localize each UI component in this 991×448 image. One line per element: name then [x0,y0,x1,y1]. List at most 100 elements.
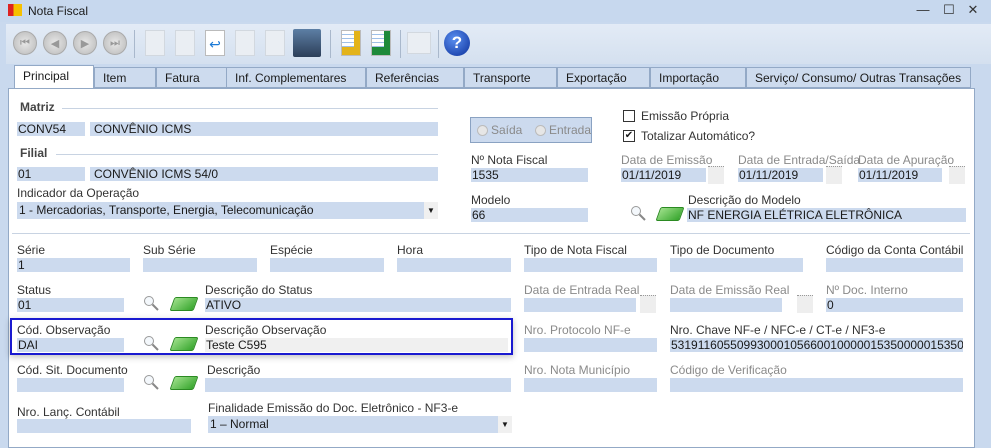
finalidade-select[interactable]: 1 – Normal ▼ [208,416,512,433]
eraser-icon[interactable] [169,337,199,351]
title-bar: Nota Fiscal — ☐ ✕ [0,0,991,22]
data-apuracao-input[interactable]: 01/11/2019 [858,168,942,182]
modelo-label: Modelo [471,193,511,207]
search-icon[interactable] [143,335,159,351]
filial-label: Filial [20,146,48,160]
data-entrada-input[interactable]: 01/11/2019 [738,168,823,182]
lock-icon [407,32,431,54]
serie-input[interactable]: 1 [17,258,130,272]
report-button[interactable] [336,28,366,58]
save-button[interactable] [292,28,322,58]
status-input[interactable]: 01 [17,298,124,312]
tab-principal[interactable]: Principal [14,65,94,88]
save-icon [293,29,321,57]
matriz-name-input[interactable]: CONVÊNIO ICMS [90,122,438,136]
totalizar-checkbox[interactable]: ✔ [623,130,635,142]
undo-button[interactable]: ↩ [200,28,230,58]
hora-input[interactable] [397,258,511,272]
observacao-input[interactable]: DAI [17,338,124,352]
sit-desc-label: Descrição [207,363,261,377]
indicador-select[interactable]: 1 - Mercadorias, Transporte, Energia, Te… [17,202,438,219]
sit-documento-input[interactable] [17,378,124,392]
saida-radio[interactable] [477,125,488,136]
first-record-button[interactable]: ⏮ [10,28,40,58]
observacao-desc-input[interactable]: Teste C595 [205,338,508,352]
observacao-label: Cód. Observação [17,323,111,337]
emissao-propria-checkbox[interactable] [623,110,635,122]
filial-name-input[interactable]: CONVÊNIO ICMS 54/0 [90,167,438,181]
next-record-button[interactable]: ▶ [70,28,100,58]
indicador-value: 1 - Mercadorias, Transporte, Energia, Te… [19,203,314,217]
minimize-button[interactable]: — [912,2,934,18]
data-entrada-real-input[interactable] [524,298,636,312]
previous-record-button[interactable]: ◀ [40,28,70,58]
tab-item[interactable]: Item [94,67,156,88]
toolbar-separator [330,30,331,58]
tab-referencias[interactable]: Referências [366,67,464,88]
edit-button[interactable] [170,28,200,58]
maximize-button[interactable]: ☐ [938,2,960,18]
help-button[interactable]: ? [442,28,472,58]
last-icon: ⏭ [103,31,127,55]
modelo-input[interactable]: 66 [471,208,588,222]
protocolo-input[interactable] [524,338,657,352]
redo-button[interactable] [260,28,290,58]
toolbar-separator [438,30,439,58]
status-desc-input[interactable]: ATIVO [205,298,511,312]
data-emissao-input[interactable]: 01/11/2019 [621,168,706,182]
especie-input[interactable] [270,258,384,272]
divider [56,154,438,155]
delete-button[interactable] [230,28,260,58]
data-entrada-real-label: Data de Entrada Real [524,283,640,297]
calendar-icon[interactable] [826,166,842,184]
first-icon: ⏮ [13,31,37,55]
dropdown-arrow-icon[interactable]: ▼ [424,202,438,219]
doc-interno-input[interactable]: 0 [826,298,963,312]
divider [12,233,970,234]
tab-transporte[interactable]: Transporte [464,67,557,88]
modelo-desc-input[interactable]: NF ENERGIA ELÉTRICA ELETRÔNICA [687,208,966,222]
new-button[interactable] [140,28,170,58]
lanc-contabil-input[interactable] [17,419,191,433]
search-icon[interactable] [143,374,159,390]
nota-input[interactable]: 1535 [471,168,588,182]
data-emissao-label: Data de Emissão [621,153,713,167]
matriz-code-input[interactable]: CONV54 [17,122,85,136]
calendar-icon[interactable] [797,295,813,313]
calendar-icon[interactable] [640,295,656,313]
data-emissao-real-label: Data de Emissão Real [670,283,790,297]
tab-exportacao[interactable]: Exportação [557,67,650,88]
calendar-icon[interactable] [949,166,965,184]
totals-button[interactable] [366,28,396,58]
tab-importacao[interactable]: Importação [650,67,746,88]
search-icon[interactable] [143,295,159,311]
search-icon[interactable] [630,205,646,221]
close-button[interactable]: ✕ [962,2,984,18]
tipo-nota-input[interactable] [524,258,657,272]
sub-serie-input[interactable] [143,258,257,272]
tipo-documento-input[interactable] [670,258,803,272]
dropdown-arrow-icon[interactable]: ▼ [498,416,512,433]
nota-label: Nº Nota Fiscal [471,153,548,167]
nota-municipio-input[interactable] [524,378,657,392]
codigo-verificacao-input[interactable] [670,378,963,392]
status-desc-label: Descrição do Status [205,283,313,297]
tab-servico-consumo[interactable]: Serviço/ Consumo/ Outras Transações [746,67,971,88]
tab-fatura[interactable]: Fatura [156,67,228,88]
lock-button[interactable] [404,28,434,58]
sit-desc-input[interactable] [205,378,511,392]
calendar-icon[interactable] [708,166,724,184]
eraser-icon[interactable] [169,297,199,311]
last-record-button[interactable]: ⏭ [100,28,130,58]
chave-input[interactable]: 5319116055099300010566001000001535000001… [670,338,963,352]
sub-serie-label: Sub Série [143,243,196,257]
tab-inf-complementares[interactable]: Inf. Complementares [226,67,366,88]
data-emissao-real-input[interactable] [670,298,782,312]
filial-code-input[interactable]: 01 [17,167,85,181]
conta-contabil-input[interactable] [826,258,963,272]
indicador-label: Indicador da Operação [17,186,140,200]
entrada-radio[interactable] [535,125,546,136]
undo-icon: ↩ [205,30,225,56]
eraser-icon[interactable] [169,376,199,390]
eraser-icon[interactable] [655,207,685,221]
